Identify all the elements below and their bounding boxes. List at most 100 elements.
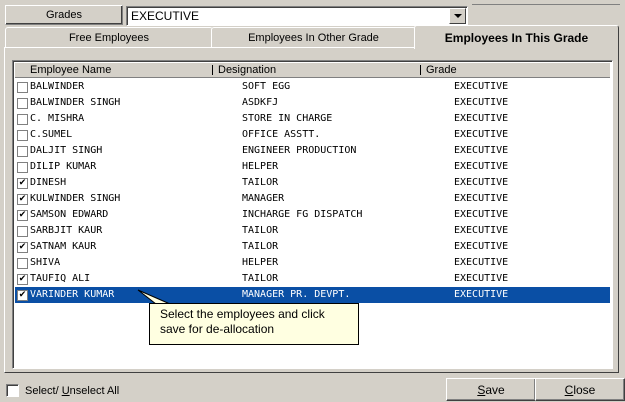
chevron-down-icon[interactable] (449, 8, 466, 24)
close-button-label: lose (573, 382, 596, 397)
cell-designation: TAILOR (242, 225, 279, 236)
table-row[interactable]: ✔ SATNAM KAUR TAILOR EXECUTIVE (15, 239, 610, 255)
cell-grade: EXECUTIVE (454, 241, 509, 252)
grade-label: Grades (5, 5, 123, 25)
save-button-mnemonic: S (477, 382, 486, 397)
cell-grade: EXECUTIVE (454, 193, 509, 204)
cell-designation: OFFICE ASSTT. (242, 129, 321, 140)
cell-grade: EXECUTIVE (454, 81, 509, 92)
cell-grade: EXECUTIVE (454, 113, 509, 124)
row-checkbox[interactable]: ✔ (17, 290, 28, 301)
table-row[interactable]: ✔ SAMSON EDWARD INCHARGE FG DISPATCH EXECUT… (15, 207, 610, 223)
grade-label-text: Grades (45, 9, 83, 21)
cell-employee-name: SATNAM KAUR (30, 241, 97, 252)
cell-grade: EXECUTIVE (454, 209, 509, 220)
close-button-mnemonic: C (564, 382, 574, 397)
row-checkbox[interactable]: ✔ (17, 242, 28, 253)
table-row[interactable]: SHIVA HELPER EXECUTIVE (15, 255, 610, 271)
save-button[interactable]: Save (446, 378, 536, 401)
table-row[interactable]: ✔ VARINDER KUMAR MANAGER PR. DEVPT. EXECUTI… (15, 287, 610, 303)
cell-grade: EXECUTIVE (454, 225, 509, 236)
cell-designation: MANAGER PR. DEVPT. (242, 289, 351, 300)
cell-employee-name: SARBJIT KAUR (30, 225, 103, 236)
cell-employee-name: C.SUMEL (30, 129, 73, 140)
cell-employee-name: DILIP KUMAR (30, 161, 97, 172)
table-row[interactable]: BALWINDER SINGH ASDKFJ EXECUTIVE (15, 95, 610, 111)
checkbox-icon[interactable] (6, 384, 19, 397)
cell-employee-name: SHIVA (30, 257, 61, 268)
tooltip-line: save for de-allocation (160, 322, 275, 336)
cell-grade: EXECUTIVE (454, 177, 509, 188)
cell-grade: EXECUTIVE (454, 145, 509, 156)
cell-designation: MANAGER (242, 193, 285, 204)
row-checkbox[interactable] (17, 98, 28, 109)
table-row[interactable]: DILIP KUMAR HELPER EXECUTIVE (15, 159, 610, 175)
save-button-label: ave (485, 382, 505, 397)
cell-grade: EXECUTIVE (454, 97, 509, 108)
cell-employee-name: BALWINDER SINGH (30, 97, 121, 108)
cell-employee-name: C. MISHRA (30, 113, 85, 124)
row-checkbox[interactable] (17, 82, 28, 93)
grade-combobox-value: EXECUTIVE (131, 9, 200, 23)
cell-designation: STORE IN CHARGE (242, 113, 333, 124)
tab-employees-this-grade-label: Employees In This Grade (444, 30, 589, 45)
row-checkbox[interactable]: ✔ (17, 178, 28, 189)
select-all-checkbox[interactable]: Select/ Unselect All (6, 384, 119, 397)
cell-employee-name: DALJIT SINGH (30, 145, 103, 156)
cell-designation: ASDKFJ (242, 97, 279, 108)
table-row[interactable]: BALWINDER SOFT EGG EXECUTIVE (15, 79, 610, 95)
tab-employees-other-grade-label: Employees In Other Grade (248, 31, 379, 44)
list-header: Employee Name Designation Grade (15, 63, 610, 78)
column-header-employee-name[interactable]: Employee Name (30, 64, 111, 76)
column-divider[interactable] (212, 65, 213, 75)
cell-designation: SOFT EGG (242, 81, 291, 92)
table-row[interactable]: C.SUMEL OFFICE ASSTT. EXECUTIVE (15, 127, 610, 143)
cell-grade: EXECUTIVE (454, 273, 509, 284)
cell-employee-name: VARINDER KUMAR (30, 289, 115, 300)
cell-designation: TAILOR (242, 177, 279, 188)
cell-grade: EXECUTIVE (454, 257, 509, 268)
grade-combobox[interactable]: EXECUTIVE (126, 6, 468, 26)
cell-employee-name: DINESH (30, 177, 67, 188)
tab-employees-other-grade[interactable]: Employees In Other Grade (211, 27, 416, 48)
cell-designation: INCHARGE FG DISPATCH (242, 209, 363, 220)
cell-designation: HELPER (242, 257, 279, 268)
row-checkbox[interactable]: ✔ (17, 210, 28, 221)
cell-designation: TAILOR (242, 241, 279, 252)
tab-free-employees[interactable]: Free Employees (5, 27, 213, 48)
row-checkbox[interactable] (17, 130, 28, 141)
cell-grade: EXECUTIVE (454, 289, 509, 300)
row-checkbox[interactable] (17, 114, 28, 125)
table-row[interactable]: ✔ TAUFIQ ALI TAILOR EXECUTIVE (15, 271, 610, 287)
table-row[interactable]: ✔ KULWINDER SINGH MANAGER EXECUTIVE (15, 191, 610, 207)
row-checkbox[interactable] (17, 146, 28, 157)
tooltip: Select the employees and click save for … (149, 303, 359, 345)
grade-allocation-window: Grades EXECUTIVE Free Employees Employee… (0, 0, 625, 402)
cell-grade: EXECUTIVE (454, 161, 509, 172)
column-header-designation[interactable]: Designation (218, 64, 276, 76)
table-row[interactable]: DALJIT SINGH ENGINEER PRODUCTION EXECUTIVE (15, 143, 610, 159)
tab-free-employees-label: Free Employees (68, 31, 150, 44)
table-row[interactable]: SARBJIT KAUR TAILOR EXECUTIVE (15, 223, 610, 239)
column-header-grade[interactable]: Grade (426, 64, 457, 76)
row-checkbox[interactable] (17, 226, 28, 237)
cell-employee-name: TAUFIQ ALI (30, 273, 91, 284)
table-row[interactable]: C. MISHRA STORE IN CHARGE EXECUTIVE (15, 111, 610, 127)
cell-employee-name: SAMSON EDWARD (30, 209, 109, 220)
row-checkbox[interactable] (17, 258, 28, 269)
cell-employee-name: BALWINDER (30, 81, 85, 92)
cell-designation: HELPER (242, 161, 279, 172)
cell-grade: EXECUTIVE (454, 129, 509, 140)
table-row[interactable]: ✔ DINESH TAILOR EXECUTIVE (15, 175, 610, 191)
header-divider (472, 4, 620, 25)
select-all-label: Select/ Unselect All (25, 384, 120, 397)
cell-designation: TAILOR (242, 273, 279, 284)
row-checkbox[interactable] (17, 162, 28, 173)
cell-designation: ENGINEER PRODUCTION (242, 145, 357, 156)
list-rows: BALWINDER SOFT EGG EXECUTIVE BALWINDER SING… (15, 79, 610, 303)
row-checkbox[interactable]: ✔ (17, 274, 28, 285)
row-checkbox[interactable]: ✔ (17, 194, 28, 205)
close-button[interactable]: Close (535, 378, 625, 401)
column-divider[interactable] (420, 65, 421, 75)
tab-employees-this-grade[interactable]: Employees In This Grade (414, 25, 619, 49)
